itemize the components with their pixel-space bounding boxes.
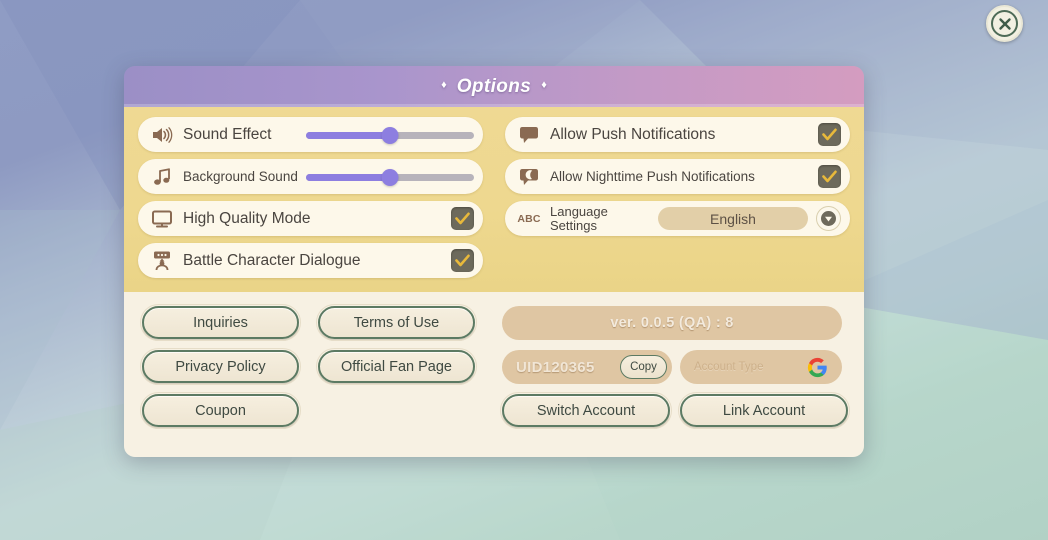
- setting-row-allow-push-notifications[interactable]: Allow Push Notifications: [505, 117, 850, 152]
- options-dialog: ♦ Options ♦ Sound Effect Background Soun…: [124, 66, 864, 457]
- language-value[interactable]: English: [658, 207, 808, 230]
- diamond-ornament-right: ♦: [541, 78, 547, 91]
- speech-bubble-icon: [517, 123, 541, 147]
- link-account-button[interactable]: Link Account: [678, 392, 850, 429]
- settings-left-column: Sound Effect Background Sound High Quali…: [138, 117, 483, 284]
- setting-row-high-quality-mode[interactable]: High Quality Mode: [138, 201, 483, 236]
- account-info-group: ver. 0.0.5 (QA) : 8 UID120365 Copy Accou…: [500, 306, 850, 457]
- bottom-section: Inquiries Terms of Use Privacy Policy Of…: [124, 292, 864, 457]
- setting-label: Background Sound: [183, 169, 298, 184]
- check-icon: [455, 254, 470, 267]
- google-logo-icon: [807, 357, 828, 378]
- language-dropdown-button[interactable]: [816, 206, 841, 231]
- coupon-button[interactable]: Coupon: [140, 392, 301, 429]
- slider-fill: [306, 131, 390, 139]
- slider-knob[interactable]: [381, 168, 399, 186]
- privacy-policy-button[interactable]: Privacy Policy: [140, 348, 301, 385]
- setting-row-sound-effect[interactable]: Sound Effect: [138, 117, 483, 152]
- terms-of-use-button[interactable]: Terms of Use: [316, 304, 477, 341]
- battle-character-dialogue-checkbox[interactable]: [451, 249, 474, 272]
- setting-row-allow-nighttime-push-notifications[interactable]: Allow Nighttime Push Notifications: [505, 159, 850, 194]
- check-icon: [822, 128, 837, 141]
- setting-label: Sound Effect: [183, 125, 272, 143]
- official-fan-page-button[interactable]: Official Fan Page: [316, 348, 477, 385]
- version-bar: ver. 0.0.5 (QA) : 8: [502, 306, 842, 340]
- account-type-bar: Account Type: [680, 350, 842, 384]
- settings-section: Sound Effect Background Sound High Quali…: [124, 107, 864, 292]
- setting-label: Battle Character Dialogue: [183, 251, 361, 269]
- close-icon: [998, 17, 1011, 30]
- diamond-ornament-left: ♦: [441, 78, 447, 91]
- night-speech-bubble-icon: [517, 165, 541, 189]
- language-label-line1: Language: [550, 203, 608, 219]
- dialog-titlebar: ♦ Options ♦: [124, 66, 864, 107]
- close-ring: [991, 10, 1018, 37]
- music-note-icon: [150, 165, 174, 189]
- allow-push-notifications-checkbox[interactable]: [818, 123, 841, 146]
- uid-bar: UID120365 Copy: [502, 350, 672, 384]
- abc-icon: ABC: [517, 212, 541, 225]
- background-sound-slider[interactable]: [306, 167, 474, 187]
- dialog-title: Options: [456, 75, 532, 97]
- allow-nighttime-push-notifications-checkbox[interactable]: [818, 165, 841, 188]
- high-quality-mode-checkbox[interactable]: [451, 207, 474, 230]
- setting-label: High Quality Mode: [183, 209, 311, 227]
- setting-label: Allow Nighttime Push Notifications: [550, 169, 755, 184]
- slider-fill: [306, 173, 390, 181]
- link-buttons-group: Inquiries Terms of Use Privacy Policy Of…: [140, 304, 488, 457]
- chevron-down-icon: [821, 211, 836, 226]
- check-icon: [455, 212, 470, 225]
- language-label-line2: Settings: [550, 217, 597, 233]
- check-icon: [822, 170, 837, 183]
- account-type-label: Account Type: [694, 361, 764, 373]
- monitor-icon: [150, 207, 174, 231]
- game-options-screen: ♦ Options ♦ Sound Effect Background Soun…: [0, 0, 1048, 540]
- uid-value: UID120365: [516, 358, 595, 376]
- setting-label: Allow Push Notifications: [550, 125, 716, 143]
- copy-uid-button[interactable]: Copy: [620, 355, 667, 379]
- character-dialogue-icon: [150, 249, 174, 273]
- setting-row-battle-character-dialogue[interactable]: Battle Character Dialogue: [138, 243, 483, 278]
- switch-account-button[interactable]: Switch Account: [500, 392, 672, 429]
- language-settings-label: Language Settings: [550, 205, 608, 232]
- settings-right-column: Allow Push Notifications Allow Nighttime…: [505, 117, 850, 284]
- speaker-icon: [150, 123, 174, 147]
- sound-effect-slider[interactable]: [306, 125, 474, 145]
- slider-knob[interactable]: [381, 126, 399, 144]
- account-identity-row: UID120365 Copy Account Type: [502, 350, 848, 384]
- account-actions-row: Switch Account Link Account: [500, 392, 850, 429]
- setting-row-language-settings[interactable]: ABC Language Settings English: [505, 201, 850, 236]
- close-button[interactable]: [986, 5, 1023, 42]
- setting-row-background-sound[interactable]: Background Sound: [138, 159, 483, 194]
- inquiries-button[interactable]: Inquiries: [140, 304, 301, 341]
